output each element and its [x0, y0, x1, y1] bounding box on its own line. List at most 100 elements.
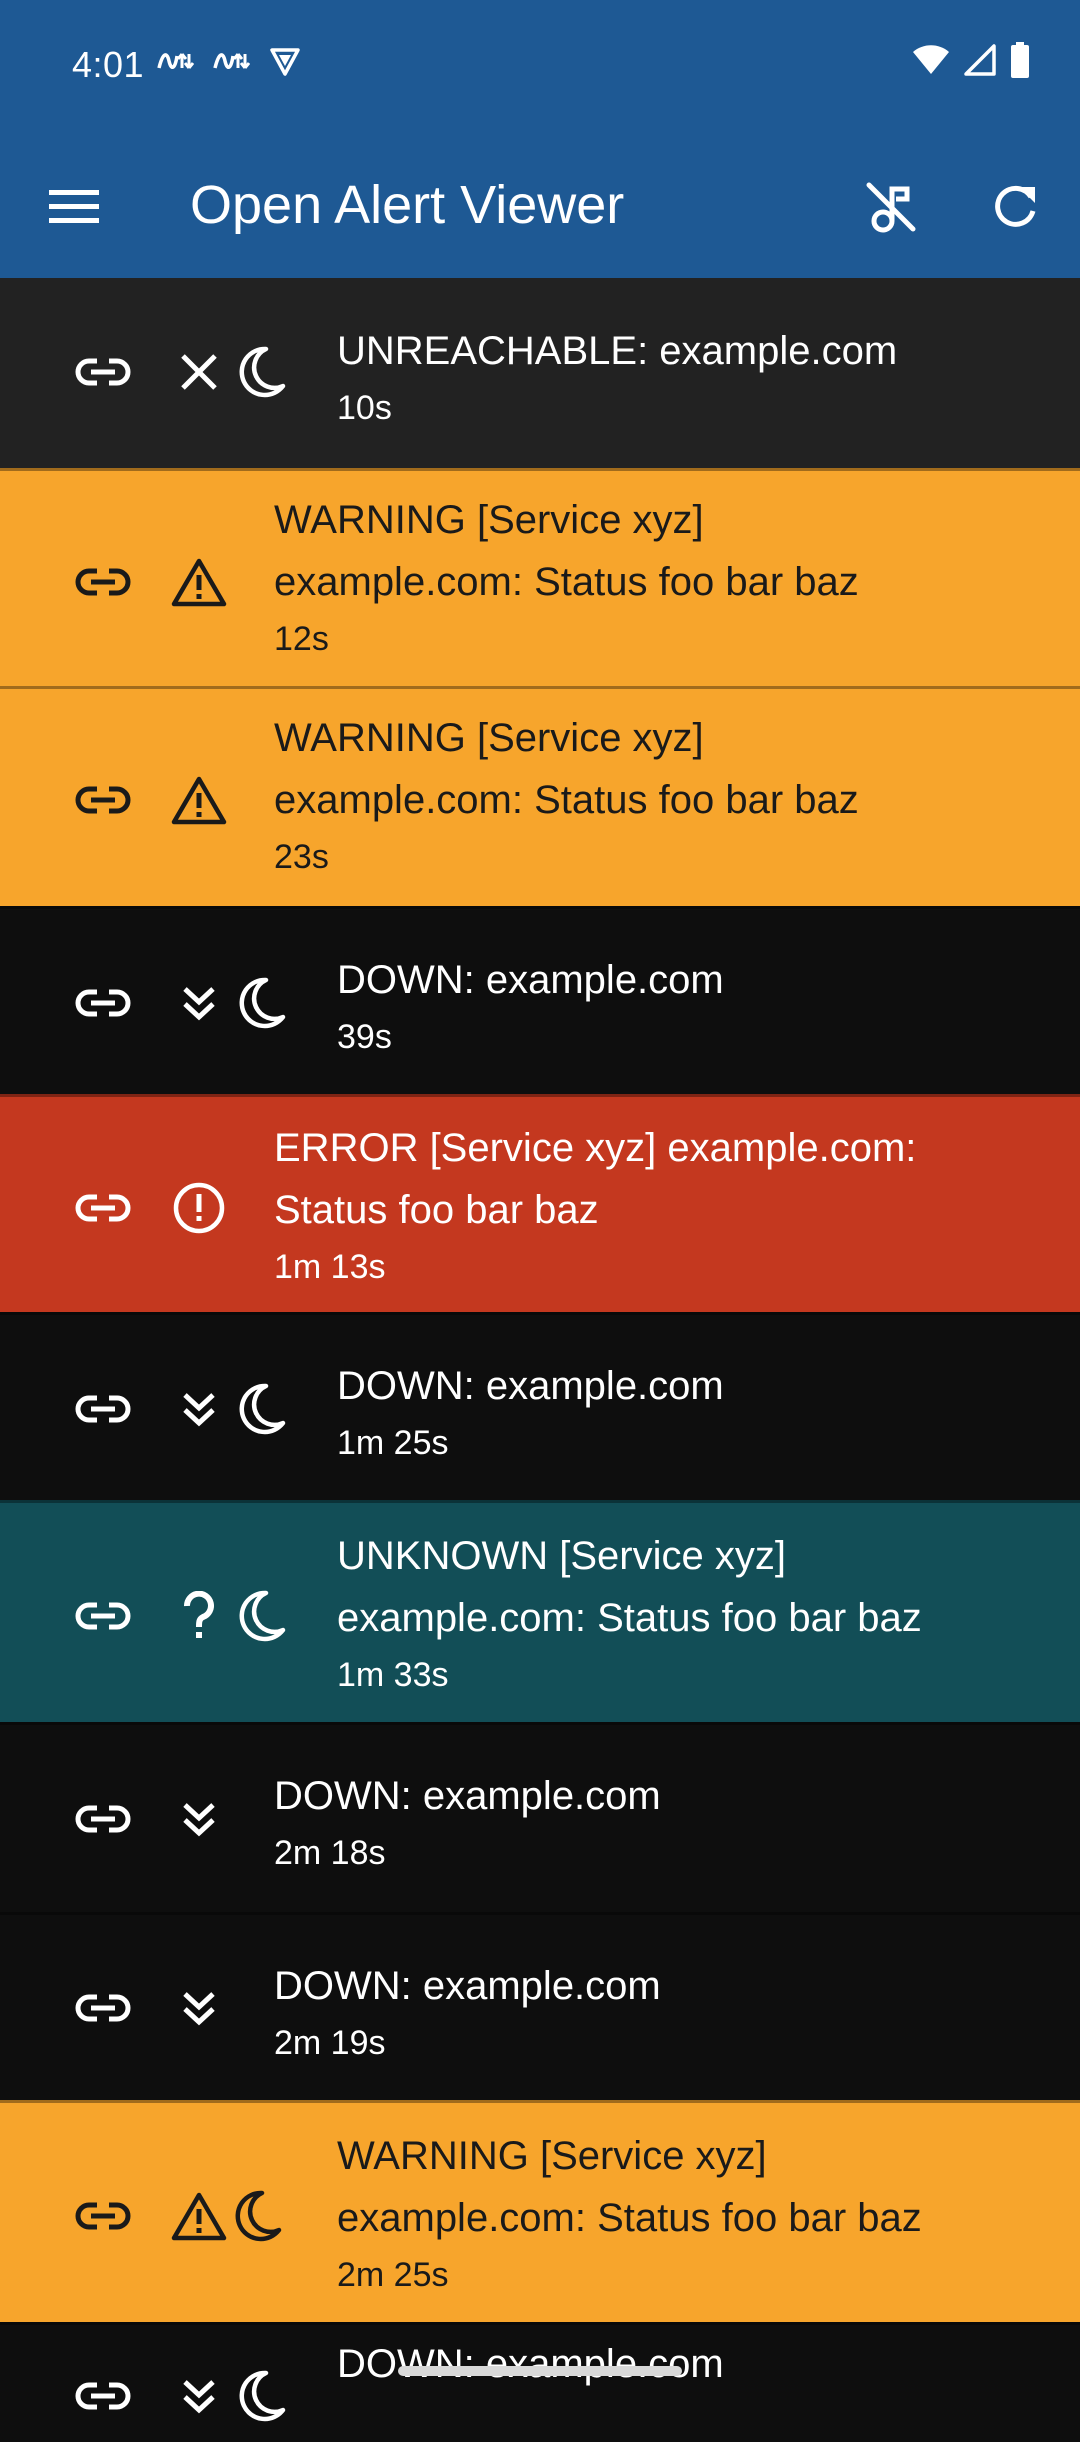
alert-title-line: example.com: Status foo bar baz: [274, 778, 859, 822]
alert-title-line: DOWN: example.com: [337, 1364, 724, 1408]
alert-title-line: UNREACHABLE: example.com: [337, 329, 898, 373]
alert-text: DOWN: example.com 2m 19s: [274, 1955, 661, 2069]
music-note-off-icon: [866, 182, 916, 233]
alert-title-line: WARNING [Service xyz]: [337, 2134, 767, 2178]
link-icon: [75, 989, 131, 1017]
open-link-button[interactable]: [72, 1977, 134, 2039]
app-bar: Open Alert Viewer: [0, 132, 1080, 278]
warning-icon: [168, 769, 230, 831]
link-icon: [75, 1805, 131, 1833]
alert-age: 12s: [274, 620, 329, 658]
alert-row-down[interactable]: DOWN: example.com 2m 19s: [0, 1912, 1080, 2100]
open-link-button[interactable]: [72, 1788, 134, 1850]
link-icon: [75, 1602, 131, 1630]
link-icon: [75, 1395, 131, 1423]
close-icon: [168, 341, 230, 403]
alert-age: 10s: [337, 389, 392, 427]
menu-icon: [49, 190, 99, 223]
alert-age: 2m 18s: [274, 1834, 386, 1872]
double-chevron-down-icon: [168, 2365, 230, 2427]
alert-title-line: WARNING [Service xyz]: [274, 498, 704, 542]
alert-age: 39s: [337, 1018, 392, 1056]
moon-icon: [230, 341, 292, 403]
menu-button[interactable]: [44, 176, 104, 236]
link-icon: [75, 568, 131, 596]
open-link-button[interactable]: [72, 2185, 134, 2247]
alert-title-line: DOWN: example.com: [337, 958, 724, 1002]
alert-text: DOWN: example.com 39s: [337, 949, 724, 1063]
alert-row-error[interactable]: ERROR [Service xyz] example.com: Status f…: [0, 1094, 1080, 1312]
alert-row-down[interactable]: DOWN: example.com 39s: [0, 906, 1080, 1094]
open-link-button[interactable]: [72, 1177, 134, 1239]
status-bar: 4:01: [0, 0, 1080, 132]
alert-title-line: DOWN: example.com: [337, 2342, 724, 2386]
alert-age: 23s: [274, 838, 329, 876]
refresh-button[interactable]: [982, 174, 1048, 240]
open-link-button[interactable]: [72, 341, 134, 403]
alert-title-line: example.com: Status foo bar baz: [337, 2196, 922, 2240]
alert-text: UNKNOWN [Service xyz] example.com: Status…: [337, 1525, 922, 1701]
moon-icon: [230, 1585, 292, 1647]
open-link-button[interactable]: [72, 972, 134, 1034]
gesture-home-indicator[interactable]: [398, 2366, 682, 2376]
alert-age: 2m 25s: [337, 2256, 449, 2294]
mute-sound-button[interactable]: [858, 174, 924, 240]
open-link-button[interactable]: [72, 551, 134, 613]
status-icons-left: [156, 44, 302, 78]
moon-icon: [230, 2365, 292, 2427]
alert-title-line: example.com: Status foo bar baz: [274, 560, 859, 604]
alert-text: WARNING [Service xyz] example.com: Status…: [274, 489, 859, 665]
status-time: 4:01: [72, 44, 145, 85]
alert-text: UNREACHABLE: example.com 10s: [337, 320, 897, 434]
alert-title-line: example.com: Status foo bar baz: [337, 1596, 922, 1640]
moon-icon: [230, 1378, 292, 1440]
alert-age: 1m 33s: [337, 1656, 449, 1694]
alert-text: DOWN: example.com 2m 18s: [274, 1765, 661, 1879]
open-link-button[interactable]: [72, 1585, 134, 1647]
question-icon: [168, 1585, 230, 1647]
link-icon: [75, 1994, 131, 2022]
wifi-icon: [913, 45, 949, 74]
sync-icon: [213, 53, 250, 69]
alert-text: WARNING [Service xyz] example.com: Status…: [337, 2125, 922, 2301]
alert-title-line: UNKNOWN [Service xyz]: [337, 1534, 786, 1578]
cellular-signal-icon: [964, 44, 996, 76]
double-chevron-down-icon: [168, 1378, 230, 1440]
alert-row-down[interactable]: DOWN: example.com 2m 18s: [0, 1722, 1080, 1912]
refresh-icon: [995, 185, 1036, 227]
alert-row-warning[interactable]: WARNING [Service xyz] example.com: Status…: [0, 468, 1080, 686]
alert-text: DOWN: example.com: [337, 2333, 724, 2395]
alert-title-line: Status foo bar baz: [274, 1188, 599, 1232]
alert-row-warning[interactable]: WARNING [Service xyz] example.com: Status…: [0, 2100, 1080, 2322]
alert-row-warning[interactable]: WARNING [Service xyz] example.com: Status…: [0, 686, 1080, 906]
alert-title-line: WARNING [Service xyz]: [274, 716, 704, 760]
moon-icon: [226, 2185, 288, 2247]
open-link-button[interactable]: [72, 2365, 134, 2427]
alert-row-down[interactable]: DOWN: example.com: [0, 2322, 1080, 2442]
link-icon: [75, 358, 131, 386]
status-icons-right: [912, 42, 1030, 78]
link-icon: [75, 786, 131, 814]
link-icon: [75, 1194, 131, 1222]
link-icon: [75, 2202, 131, 2230]
sync-icon: [157, 53, 194, 69]
vpn-shield-icon: [270, 48, 300, 76]
open-link-button[interactable]: [72, 1378, 134, 1440]
alert-text: WARNING [Service xyz] example.com: Status…: [274, 707, 859, 883]
warning-icon: [168, 2185, 230, 2247]
alert-row-unknown[interactable]: UNKNOWN [Service xyz] example.com: Status…: [0, 1500, 1080, 1722]
alert-row-unreachable[interactable]: UNREACHABLE: example.com 10s: [0, 278, 1080, 468]
app-title: Open Alert Viewer: [190, 175, 625, 235]
alert-text: ERROR [Service xyz] example.com: Status f…: [274, 1117, 916, 1293]
alert-text: DOWN: example.com 1m 25s: [337, 1355, 724, 1469]
alert-title-line: DOWN: example.com: [274, 1964, 661, 2008]
open-link-button[interactable]: [72, 769, 134, 831]
link-icon: [75, 2382, 131, 2410]
alert-title-line: DOWN: example.com: [274, 1774, 661, 1818]
double-chevron-down-icon: [168, 1977, 230, 2039]
alert-row-down[interactable]: DOWN: example.com 1m 25s: [0, 1312, 1080, 1500]
alert-age: 2m 19s: [274, 2024, 386, 2062]
error-circle-icon: [168, 1177, 230, 1239]
alert-age: 1m 13s: [274, 1248, 386, 1286]
alert-title-line: ERROR [Service xyz] example.com:: [274, 1126, 917, 1170]
